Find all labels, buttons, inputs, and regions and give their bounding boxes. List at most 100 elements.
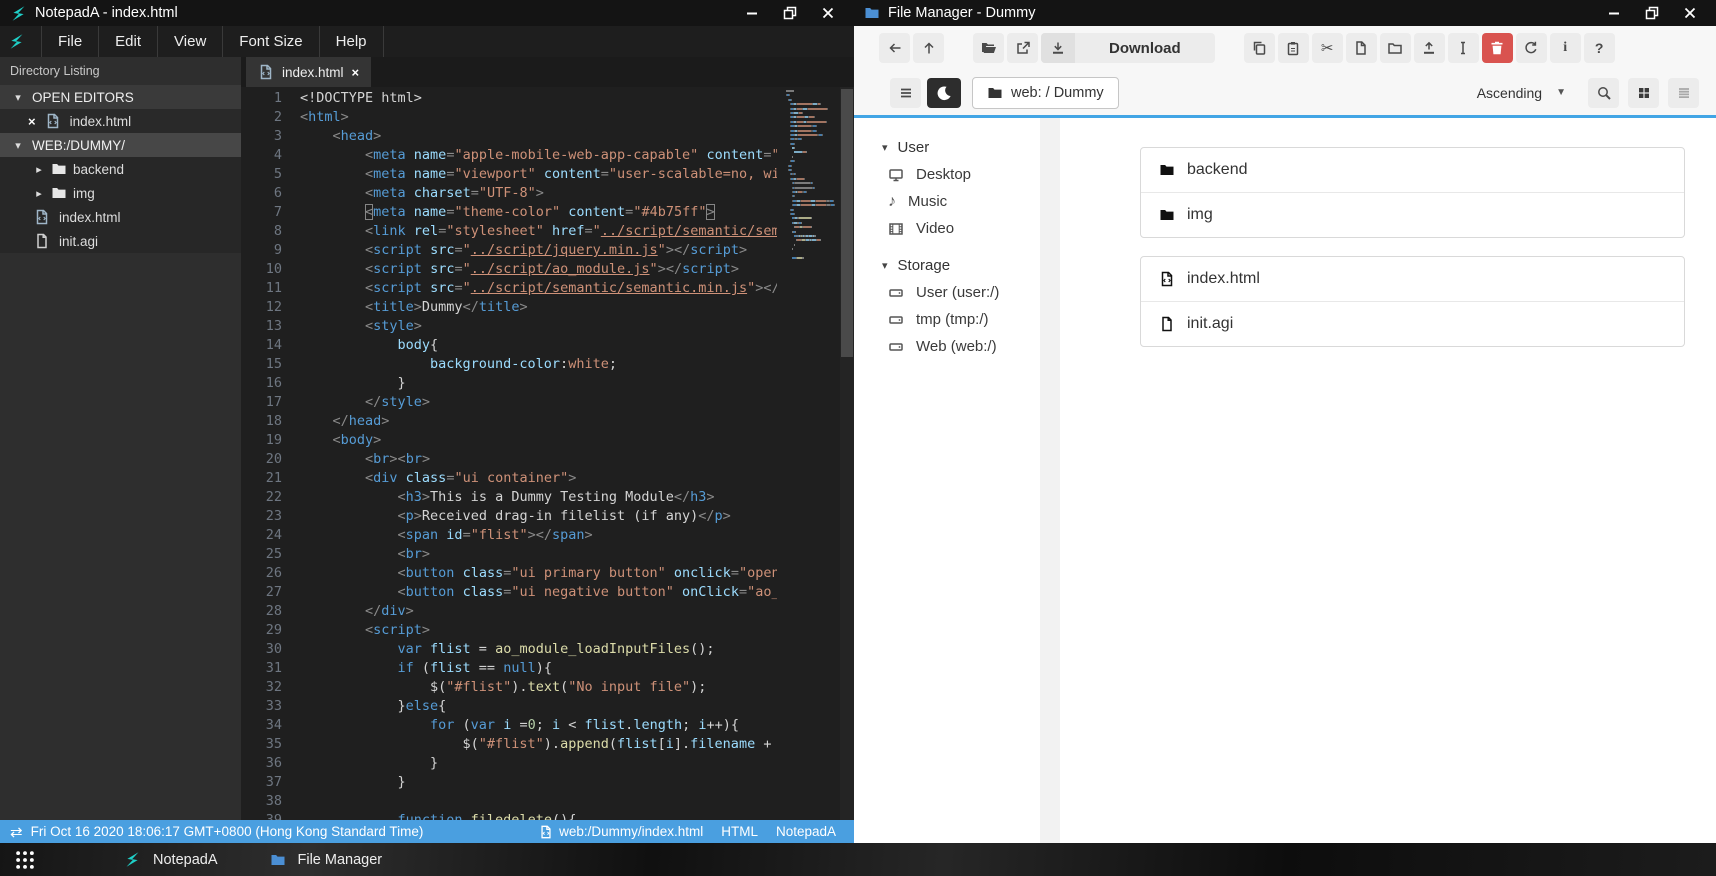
fm-sidebar-item-desktop[interactable]: Desktop	[854, 161, 1040, 188]
close-icon[interactable]: ×	[28, 114, 36, 129]
minimap-line	[786, 204, 838, 207]
line-number: 36	[265, 755, 282, 771]
fm-sidebar-header-storage[interactable]: ▾ Storage	[854, 252, 1040, 279]
theme-toggle-button[interactable]	[927, 77, 961, 108]
editor-scrollbar[interactable]	[840, 87, 854, 820]
line-number: 25	[265, 546, 282, 562]
code-line: 29 <script>	[241, 621, 777, 640]
restore-button[interactable]	[782, 5, 798, 21]
code-line: 25 <br>	[241, 545, 777, 564]
code-line-content: <script>	[365, 622, 431, 638]
fm-toolbar-refresh-button[interactable]	[1515, 33, 1547, 63]
fm-toolbar-copy-button[interactable]	[1243, 33, 1275, 63]
restore-button[interactable]	[1644, 5, 1660, 21]
minimap-line	[786, 234, 838, 237]
minimize-button[interactable]	[744, 5, 760, 21]
code-line: 31 if (flist == null){	[241, 659, 777, 678]
tree-item-backend[interactable]: ▸ backend	[0, 157, 241, 181]
taskbar-item-notepada[interactable]: NotepadA	[124, 851, 218, 868]
open-editor-index-html[interactable]: × index.html	[0, 109, 241, 133]
code-line: 16}	[241, 374, 777, 393]
notepada-window-title: NotepadA - index.html	[35, 5, 178, 21]
code-line-content: <style>	[365, 318, 422, 334]
close-button[interactable]	[1682, 5, 1698, 21]
chevron-down-icon: ▾	[882, 260, 888, 272]
path-box[interactable]: web: / Dummy	[972, 76, 1119, 109]
app-grid-button[interactable]	[0, 849, 36, 871]
menu-help[interactable]: Help	[320, 26, 384, 57]
code-line: 3 <head>	[241, 127, 777, 146]
search-button[interactable]	[1588, 77, 1619, 108]
fm-toolbar-upload-button[interactable]	[1413, 33, 1445, 63]
fm-toolbar-new-folder-button[interactable]	[1379, 33, 1411, 63]
tab-close-icon[interactable]: ×	[352, 65, 360, 80]
fm-toolbar-up-button[interactable]	[913, 33, 944, 63]
code-line-content: <br><br>	[365, 451, 431, 467]
menu-button[interactable]	[890, 77, 921, 108]
fm-toolbar-new-file-button[interactable]	[1345, 33, 1377, 63]
code-line-content: </head>	[332, 413, 390, 429]
fm-toolbar-rename-button[interactable]	[1447, 33, 1479, 63]
list-view-button[interactable]	[1668, 77, 1699, 108]
folder-icon	[1159, 162, 1175, 178]
fm-toolbar-open-folder-button[interactable]	[973, 33, 1004, 63]
fm-toolbar-delete-button[interactable]	[1481, 33, 1513, 63]
statusbar-language[interactable]: HTML	[721, 824, 758, 839]
code-line-content: for (var i =0; i < flist.length; i++){	[430, 717, 740, 733]
code-editor[interactable]: 1 <!DOCTYPE html> 2 <html> 3 <head> 4 <meta nam…	[241, 87, 854, 820]
external-icon	[1015, 40, 1031, 56]
workspace-header[interactable]: ▾ WEB:/DUMMY/	[0, 133, 241, 157]
menu-edit[interactable]: Edit	[99, 26, 159, 57]
grid-view-button[interactable]	[1628, 77, 1659, 108]
sort-dropdown[interactable]: Ascending ▼	[1477, 85, 1566, 101]
fm-toolbar-download-button[interactable]: Download	[1041, 33, 1215, 63]
fm-toolbar-info-button[interactable]: i	[1549, 33, 1581, 63]
file-row-init-agi[interactable]: init.agi	[1141, 301, 1684, 346]
minimap-line	[786, 155, 838, 158]
minimap-line	[786, 177, 838, 180]
code-line-content: <script src="../script/jquery.min.js"></…	[365, 242, 748, 258]
fm-sidebar-item-web-web-[interactable]: Web (web:/)	[854, 333, 1040, 360]
menu-file[interactable]: File	[41, 26, 100, 57]
minimize-button[interactable]	[1606, 5, 1622, 21]
tree-item-index-html[interactable]: index.html	[0, 205, 241, 229]
refresh-icon	[1523, 40, 1539, 56]
close-button[interactable]	[820, 5, 836, 21]
file-icon	[1159, 316, 1175, 332]
file-row-index-html[interactable]: index.html	[1141, 257, 1684, 301]
editor-scrollbar-thumb[interactable]	[841, 89, 853, 357]
search-icon	[1596, 85, 1612, 101]
fm-sidebar-header-user[interactable]: ▾ User	[854, 134, 1040, 161]
code-line: 17 </style>	[241, 393, 777, 412]
file-row-backend[interactable]: backend	[1141, 148, 1684, 192]
info-icon: i	[1563, 40, 1568, 55]
fm-toolbar-open-external-button[interactable]	[1007, 33, 1038, 63]
fm-sidebar-item-video[interactable]: Video	[854, 215, 1040, 242]
fm-sidebar-item-music[interactable]: ♪ Music	[854, 188, 1040, 215]
fm-toolbar-back-button[interactable]	[879, 33, 910, 63]
notepada-body: Directory Listing ▾ OPEN EDITORS × index.ht…	[0, 57, 854, 820]
menu-view[interactable]: View	[158, 26, 224, 57]
fm-sidebar-item-user-user-[interactable]: User (user:/)	[854, 279, 1040, 306]
code-line-content: <script src="../script/semantic/semantic…	[365, 280, 777, 296]
open-editors-section-header[interactable]: ▾ OPEN EDITORS	[0, 85, 241, 109]
film-icon	[888, 221, 904, 237]
tree-item-img[interactable]: ▸ img	[0, 181, 241, 205]
fm-toolbar-cut-button[interactable]: ✂	[1311, 33, 1343, 63]
file-row-img[interactable]: img	[1141, 192, 1684, 237]
minimap[interactable]	[786, 90, 838, 261]
sidebar-scrollbar-track[interactable]	[1040, 118, 1060, 843]
current-path: web: / Dummy	[1011, 84, 1104, 101]
taskbar-item-file-manager[interactable]: File Manager	[270, 851, 383, 868]
fm-toolbar-help-button[interactable]: ?	[1583, 33, 1615, 63]
fm-sidebar-item-tmp-tmp-[interactable]: tmp (tmp:/)	[854, 306, 1040, 333]
code-line: 33}else{	[241, 697, 777, 716]
tab-index-html[interactable]: index.html ×	[246, 57, 372, 87]
line-number: 28	[265, 603, 282, 619]
menu-font-size[interactable]: Font Size	[223, 26, 320, 57]
section-label: Storage	[897, 257, 951, 274]
taskbar-item-label: File Manager	[297, 851, 383, 868]
code-line-content: <link rel="stylesheet" href="../script/s…	[365, 223, 777, 239]
tree-item-init-agi[interactable]: init.agi	[0, 229, 241, 253]
fm-toolbar-paste-button[interactable]	[1277, 33, 1309, 63]
